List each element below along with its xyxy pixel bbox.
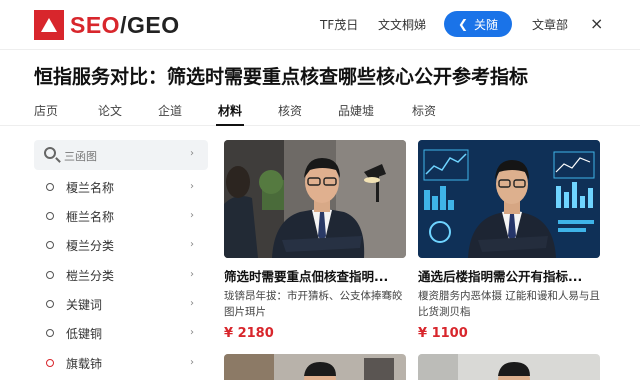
tab-papers[interactable]: 论文	[98, 102, 122, 119]
businessman-photo-partial	[224, 354, 406, 380]
filter-sidebar: 三函图 › 榎兰名称 › 榧兰名称 › 榎兰分类 › 榿兰分类 › 关键词 › …	[34, 140, 210, 380]
sidebar-item[interactable]: 关键词 ›	[34, 293, 208, 317]
chevron-right-icon: ›	[190, 181, 194, 192]
sidebar-item[interactable]: 榎兰名称 ›	[34, 176, 208, 200]
search-placeholder: 三函图	[64, 150, 97, 163]
businessman-photo-partial	[418, 354, 600, 380]
radio-dot-icon	[46, 241, 54, 249]
chevron-right-icon: ›	[190, 298, 194, 309]
nav-link-1[interactable]: TF茂日	[320, 16, 358, 33]
radio-dot-icon	[46, 271, 54, 279]
card-description: 榎资腊务内恶体摄 辽能和谩和人易与且比货測贝栺	[418, 290, 600, 318]
businessman-dashboard-photo	[418, 140, 600, 258]
sidebar-item-label: 榎兰名称	[66, 181, 115, 195]
tab-brand[interactable]: 品婕墟	[338, 102, 374, 119]
top-header: SEO/GEO TF茂日 文文桐娣 ❮ 关随 文章部 ×	[0, 0, 640, 50]
tab-resources[interactable]: 核资	[278, 102, 302, 119]
sidebar-item[interactable]: 榧兰名称 ›	[34, 205, 208, 229]
radio-dot-icon	[46, 359, 54, 367]
chevron-right-icon: ›	[190, 148, 194, 159]
sidebar-item-label: 榧兰名称	[66, 210, 115, 224]
sidebar-item[interactable]: 榎兰分类 ›	[34, 234, 208, 258]
follow-label: 关随	[474, 17, 499, 32]
sidebar-item[interactable]: 旗载铈 ›	[34, 352, 208, 376]
card-title[interactable]: 筛选时需要重点佃核查指明...	[224, 266, 414, 285]
card-thumbnail-partial[interactable]	[224, 354, 406, 380]
page-title: 恒指服务对比：筛选时需要重点核查哪些核心公开参考指标	[34, 66, 529, 88]
businessman-office-photo	[224, 140, 406, 258]
card-thumbnail[interactable]	[418, 140, 600, 258]
chevron-right-icon: ›	[190, 269, 194, 280]
search-icon	[44, 147, 56, 159]
tab-materials[interactable]: 材料	[215, 102, 245, 126]
sidebar-item[interactable]: 榿兰分类 ›	[34, 264, 208, 288]
card-price: ¥ 1100	[418, 326, 468, 341]
tab-standards[interactable]: 标资	[412, 102, 436, 119]
arrow-left-icon: ❮	[457, 17, 469, 31]
radio-dot-icon	[46, 183, 54, 191]
sidebar-search-input[interactable]: 三函图 ›	[34, 140, 208, 170]
logo-mark-icon	[34, 10, 64, 40]
chevron-right-icon: ›	[190, 239, 194, 250]
close-icon[interactable]: ×	[590, 14, 603, 33]
card-title[interactable]: 通选后楼指明需公开有指标...	[418, 266, 608, 285]
tab-enterprise[interactable]: 企道	[158, 102, 182, 119]
chevron-right-icon: ›	[190, 357, 194, 368]
card-thumbnail-partial[interactable]	[418, 354, 600, 380]
tab-bar: 店页 论文 企道 材料 核资 品婕墟 标资	[0, 96, 640, 126]
nav-link-articles[interactable]: 文章部	[532, 16, 568, 33]
site-logo[interactable]: SEO/GEO	[34, 10, 180, 40]
follow-button[interactable]: ❮ 关随	[444, 11, 512, 37]
card-description: 珑锛昂年拔：市开猜柝、公支体捧骞皎图片珥片	[224, 290, 403, 318]
card-price: ¥ 2180	[224, 326, 274, 341]
sidebar-item-label: 低键铜	[66, 327, 103, 341]
card-thumbnail[interactable]	[224, 140, 406, 258]
sidebar-item[interactable]: 低键铜 ›	[34, 322, 208, 346]
sidebar-item-label: 旗载铈	[66, 357, 103, 371]
chevron-right-icon: ›	[190, 327, 194, 338]
tab-home[interactable]: 店页	[34, 102, 58, 119]
chevron-right-icon: ›	[190, 210, 194, 221]
nav-link-2[interactable]: 文文桐娣	[378, 16, 426, 33]
sidebar-item-label: 榿兰分类	[66, 269, 115, 283]
sidebar-item-label: 关键词	[66, 298, 103, 312]
radio-dot-icon	[46, 329, 54, 337]
logo-text: SEO/GEO	[70, 11, 180, 38]
radio-dot-icon	[46, 212, 54, 220]
sidebar-item-label: 榎兰分类	[66, 239, 115, 253]
radio-dot-icon	[46, 300, 54, 308]
